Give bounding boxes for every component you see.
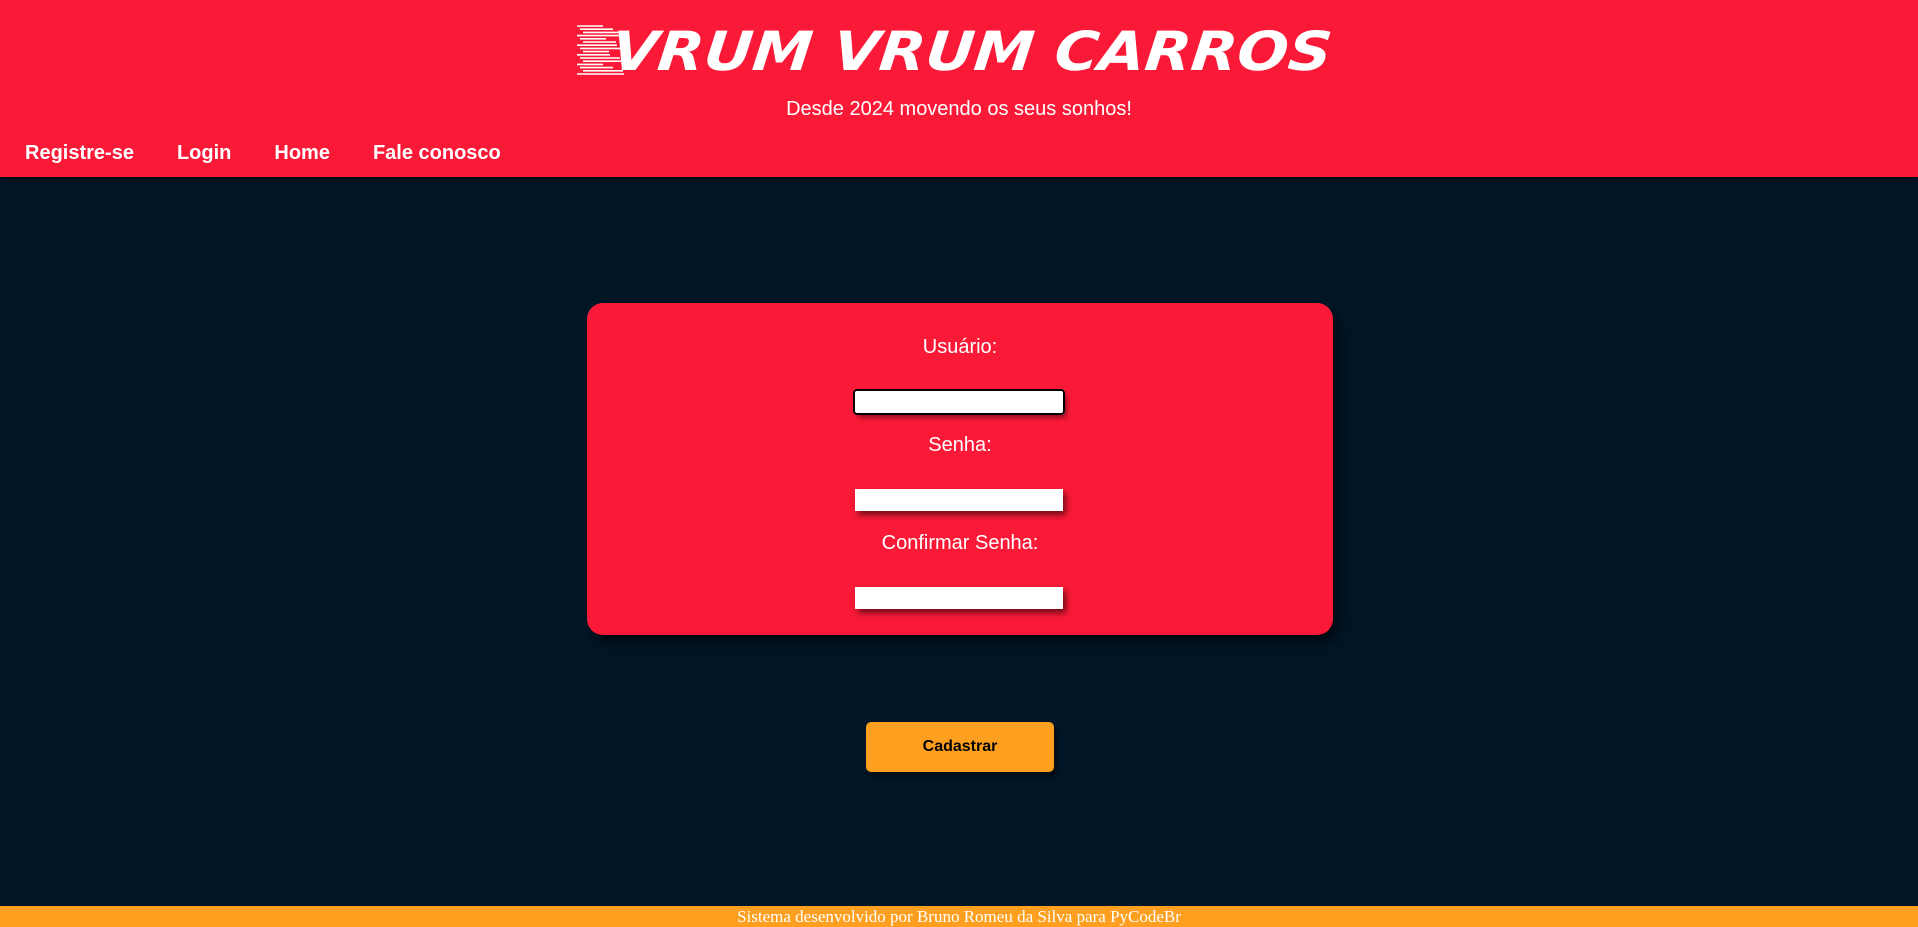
confirm-password-label: Confirmar Senha: <box>881 532 1039 554</box>
logo-text: VRUM VRUM CARROS <box>608 20 1335 82</box>
password-input[interactable] <box>855 489 1063 511</box>
nav-link-home[interactable]: Home <box>274 142 330 165</box>
username-label: Usuário: <box>922 336 998 358</box>
nav-link-register[interactable]: Registre-se <box>25 142 134 165</box>
site-footer: Sistema desenvolvido por Bruno Romeu da … <box>0 906 1918 927</box>
logo-speed-icon: VRUM VRUM CARROS <box>577 20 1335 82</box>
nav-link-contact[interactable]: Fale conosco <box>373 142 501 165</box>
username-input[interactable] <box>853 389 1065 415</box>
site-header: VRUM VRUM CARROS Desde 2024 movendo os s… <box>0 0 1918 177</box>
nav-link-login[interactable]: Login <box>177 142 231 165</box>
register-submit-button[interactable]: Cadastrar <box>866 722 1054 772</box>
site-logo[interactable]: VRUM VRUM CARROS <box>575 20 1335 82</box>
password-label: Senha: <box>928 434 992 456</box>
confirm-password-input[interactable] <box>855 587 1063 609</box>
main-nav: Registre-se Login Home Fale conosco <box>25 142 544 165</box>
register-form-card: Usuário: Senha: Confirmar Senha: <box>587 303 1333 635</box>
tagline: Desde 2024 movendo os seus sonhos! <box>786 98 1132 120</box>
